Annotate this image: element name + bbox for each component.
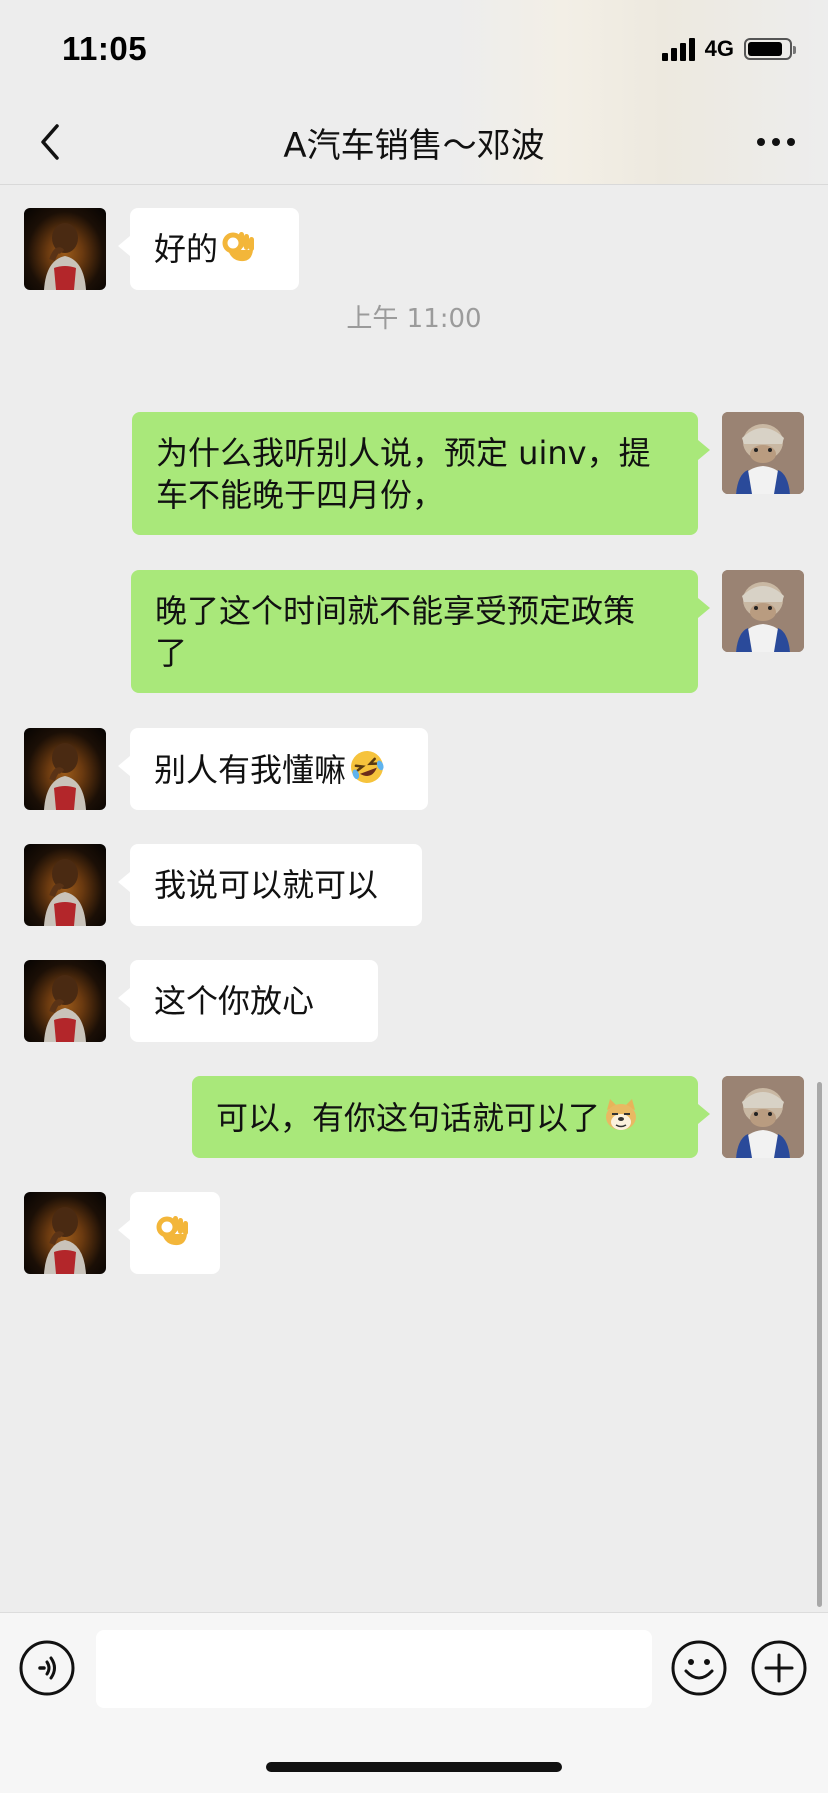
- network-type: 4G: [704, 36, 734, 61]
- message-text: 好的: [154, 230, 219, 268]
- message-text-line: 车不能晚于四月份，: [156, 476, 445, 514]
- chat-scrollbar[interactable]: [817, 1082, 822, 1607]
- ok-hand-emoji: [154, 1212, 190, 1258]
- contact-avatar[interactable]: [24, 1192, 106, 1274]
- player-avatar-image: [44, 223, 86, 290]
- contact-avatar[interactable]: [24, 960, 106, 1042]
- status-indicators: 4G: [661, 34, 796, 64]
- emoji-button[interactable]: [670, 1639, 728, 1697]
- more-dots-icon: [757, 138, 795, 146]
- rolling-laugh-emoji: [348, 748, 386, 796]
- chat-title: A汽车销售～邓波: [283, 126, 545, 166]
- more-button[interactable]: [752, 118, 800, 166]
- message-input[interactable]: [96, 1630, 652, 1708]
- message-text: 这个你放心: [154, 982, 315, 1020]
- status-time: 11:05: [62, 30, 148, 67]
- message-text-line: 为什么我听别人说，预定 uinv，提: [156, 434, 651, 472]
- message-bubble-incoming[interactable]: 好的: [118, 208, 299, 290]
- player-avatar-image: [44, 975, 86, 1042]
- player-avatar-image: [44, 743, 86, 810]
- contact-avatar[interactable]: [24, 728, 106, 810]
- chat-messages[interactable]: 好的 上午 11:00 为什么我听别人说，预定 uinv，提 车不能晚于四月份，: [0, 185, 828, 1613]
- message-bubble-outgoing[interactable]: 晚了这个时间就不能享受预定政策 了: [131, 570, 710, 693]
- voice-button[interactable]: [18, 1639, 76, 1697]
- teddy-bear-avatar-image: [722, 412, 804, 494]
- user-avatar[interactable]: [722, 412, 804, 494]
- message-timestamp: 上午 11:00: [346, 304, 482, 334]
- smiley-icon: [671, 1640, 727, 1696]
- more-actions-button[interactable]: [750, 1639, 808, 1697]
- player-avatar-image: [44, 1207, 86, 1274]
- battery-icon: [744, 38, 796, 60]
- player-avatar-image: [44, 859, 86, 926]
- message-text-line: 了: [155, 634, 188, 672]
- plus-icon: [751, 1640, 807, 1696]
- message-bubble-outgoing[interactable]: 为什么我听别人说，预定 uinv，提 车不能晚于四月份，: [132, 412, 710, 535]
- message-text-line: 晚了这个时间就不能享受预定政策: [155, 592, 636, 630]
- status-bar: 11:05 4G: [0, 0, 828, 100]
- message-bubble-incoming[interactable]: [118, 1192, 220, 1274]
- ok-hand-emoji: [220, 228, 256, 274]
- message-bubble-outgoing[interactable]: 可以，有你这句话就可以了: [192, 1076, 710, 1158]
- teddy-bear-avatar-image: [722, 570, 804, 652]
- message-text: 可以，有你这句话就可以了: [216, 1099, 601, 1137]
- nav-bar: A汽车销售～邓波: [0, 100, 828, 185]
- user-avatar[interactable]: [722, 1076, 804, 1158]
- message-bubble-incoming[interactable]: 这个你放心: [118, 960, 378, 1042]
- teddy-bear-avatar-image: [722, 1076, 804, 1158]
- message-text: 别人有我懂嘛: [154, 751, 347, 789]
- user-avatar[interactable]: [722, 570, 804, 652]
- doge-emoji: [602, 1096, 640, 1144]
- voice-icon: [19, 1640, 75, 1696]
- home-indicator[interactable]: [266, 1762, 562, 1772]
- message-bubble-incoming[interactable]: 我说可以就可以: [118, 844, 422, 926]
- contact-avatar[interactable]: [24, 208, 106, 290]
- message-text: 我说可以就可以: [154, 866, 379, 904]
- message-bubble-incoming[interactable]: 别人有我懂嘛: [118, 728, 428, 810]
- contact-avatar[interactable]: [24, 844, 106, 926]
- cellular-signal-icon: [661, 37, 695, 61]
